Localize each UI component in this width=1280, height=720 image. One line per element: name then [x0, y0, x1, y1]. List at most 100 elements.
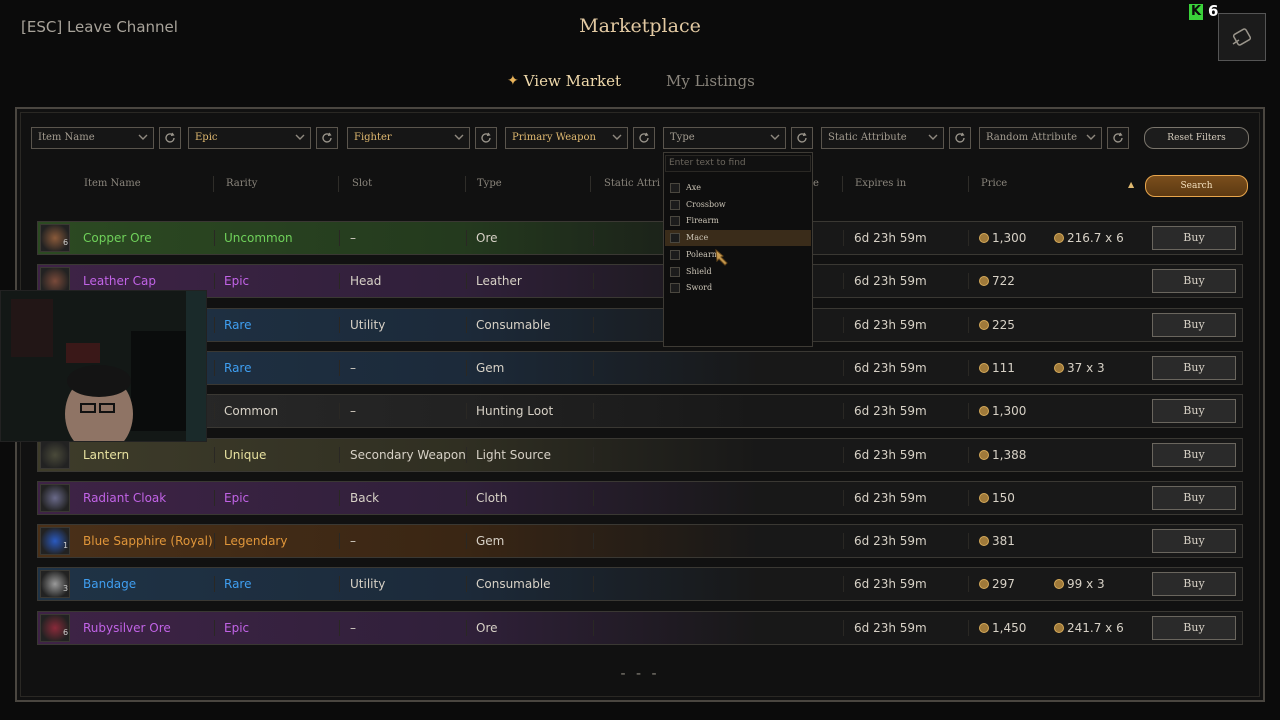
filter-select[interactable]: Static Attribute	[821, 127, 944, 149]
refresh-filter-button[interactable]	[316, 127, 338, 149]
checkbox[interactable]	[670, 216, 680, 227]
row-divider	[593, 619, 594, 636]
buy-button[interactable]: Buy	[1152, 399, 1236, 424]
buy-button[interactable]: Buy	[1152, 312, 1236, 337]
refresh-icon	[797, 132, 807, 143]
item-price: 150	[979, 482, 1015, 514]
filter-select[interactable]: Type	[663, 127, 786, 149]
column-divider	[590, 176, 591, 192]
filter-select[interactable]: Epic	[188, 127, 311, 149]
gold-coin-icon	[979, 319, 989, 330]
item-unit-price-value: 37 x 3	[1067, 360, 1105, 375]
type-search-input[interactable]: Enter text to find	[665, 155, 811, 172]
column-header[interactable]: Rarity	[226, 178, 257, 189]
type-option-shield[interactable]: Shield	[665, 264, 811, 280]
item-expires: 6d 23h 59m	[854, 317, 927, 332]
column-header[interactable]: Item Name	[84, 178, 141, 189]
tab-view-market[interactable]: ✦ View Market	[507, 72, 621, 90]
type-option-firearm[interactable]: Firearm	[665, 213, 811, 229]
filter-select[interactable]: Primary Weapon	[505, 127, 628, 149]
gold-coin-icon	[979, 449, 989, 460]
type-option-sword[interactable]: Sword	[665, 280, 811, 296]
table-row[interactable]: 1 Blue Sapphire (Royal) Legendary – Gem 6d 23…	[37, 524, 1243, 559]
row-divider	[339, 576, 340, 593]
item-unit-price-value: 99 x 3	[1067, 577, 1105, 592]
filter-select[interactable]: Fighter	[347, 127, 470, 149]
item-price-value: 1,300	[992, 231, 1027, 245]
refresh-filter-button[interactable]	[159, 127, 181, 149]
buy-button[interactable]: Buy	[1152, 442, 1236, 467]
buy-button[interactable]: Buy	[1152, 529, 1236, 554]
item-rarity: Rare	[224, 317, 252, 332]
column-header[interactable]: e	[813, 178, 819, 189]
checkbox[interactable]	[670, 283, 680, 294]
table-row[interactable]: 6 Rubysilver Ore Epic – Ore 6d 23h 59m 1,450 24…	[37, 610, 1243, 645]
item-price-value: 225	[992, 317, 1015, 332]
item-quantity: 1	[63, 541, 69, 551]
row-divider	[466, 533, 467, 550]
refresh-filter-button[interactable]	[791, 127, 813, 149]
row-divider	[968, 489, 969, 506]
table-row[interactable]: 6 Copper Ore Uncommon – Ore 6d 23h 59m 1,300 21…	[37, 221, 1243, 255]
tab-my-listings[interactable]: My Listings	[666, 72, 755, 90]
item-expires: 6d 23h 59m	[854, 620, 927, 635]
row-divider	[843, 403, 844, 420]
checkbox[interactable]	[670, 199, 680, 210]
type-option-axe[interactable]: Axe	[665, 180, 811, 196]
refresh-filter-button[interactable]	[949, 127, 971, 149]
item-thumbnail	[40, 440, 70, 469]
buy-button[interactable]: Buy	[1152, 269, 1236, 294]
checkbox[interactable]	[670, 183, 680, 193]
buy-button[interactable]: Buy	[1152, 572, 1236, 597]
chevron-down-icon	[295, 134, 305, 140]
table-row[interactable]: Lantern Unique Secondary Weapon Light Sourc…	[37, 437, 1243, 472]
item-expires: 6d 23h 59m	[854, 231, 927, 245]
row-divider	[843, 273, 844, 290]
table-row[interactable]: 3 Bandage Rare Utility Consumable 6d 23h 59m 2…	[37, 567, 1243, 602]
reset-filters-button[interactable]: Reset Filters	[1144, 127, 1249, 149]
type-option-label: Axe	[686, 183, 702, 192]
type-option-crossbow[interactable]: Crossbow	[665, 197, 811, 213]
column-header[interactable]: Expires in	[855, 178, 906, 189]
chevron-down-icon	[1086, 134, 1096, 140]
item-thumbnail: 3	[40, 570, 70, 599]
refresh-filter-button[interactable]	[1107, 127, 1129, 149]
checkbox[interactable]	[670, 233, 680, 244]
item-thumbnail: 6	[40, 613, 70, 642]
refresh-filter-button[interactable]	[633, 127, 655, 149]
search-button[interactable]: Search	[1145, 175, 1248, 197]
table-row[interactable]: Common – Hunting Loot 6d 23h 59m 1,300 Buy	[37, 394, 1243, 429]
row-divider	[466, 273, 467, 290]
type-option-mace[interactable]: Mace	[665, 230, 811, 247]
filter-select[interactable]: Random Attribute	[979, 127, 1102, 149]
row-divider	[214, 619, 215, 636]
table-row[interactable]: Rare – Gem 6d 23h 59m 111 37 x 3 Buy	[37, 350, 1243, 385]
gold-coin-icon	[979, 362, 989, 373]
gold-coin-icon	[979, 233, 989, 243]
sort-arrow-up-icon[interactable]: ▲	[1128, 180, 1134, 189]
item-type: Hunting Loot	[476, 404, 554, 419]
item-rarity: Epic	[224, 490, 250, 505]
refresh-filter-button[interactable]	[475, 127, 497, 149]
buy-button[interactable]: Buy	[1152, 355, 1236, 380]
checkbox[interactable]	[670, 249, 680, 260]
column-header[interactable]: Type	[477, 178, 502, 189]
column-header[interactable]: Slot	[352, 178, 372, 189]
checkbox[interactable]	[670, 266, 680, 277]
column-header[interactable]: Price	[981, 178, 1007, 189]
buy-button[interactable]: Buy	[1152, 485, 1236, 510]
item-price: 722	[979, 265, 1015, 297]
pager[interactable]: - - -	[0, 666, 1280, 682]
buy-button[interactable]: Buy	[1152, 615, 1236, 640]
item-quantity: 3	[63, 584, 69, 594]
column-header[interactable]: Static Attri	[604, 178, 660, 189]
item-slot: –	[350, 231, 356, 245]
filter-select[interactable]: Item Name	[31, 127, 154, 149]
chevron-down-icon	[770, 134, 780, 140]
buy-button[interactable]: Buy	[1152, 226, 1236, 250]
type-option-polearm[interactable]: Polearm	[665, 247, 811, 263]
lantern-button[interactable]	[1218, 13, 1266, 61]
table-row[interactable]: Radiant Cloak Epic Back Cloth 6d 23h 59m 150 B…	[37, 480, 1243, 515]
table-row[interactable]: Leather Cap Epic Head Leather 6d 23h 59m 722 B…	[37, 264, 1243, 299]
table-row[interactable]: Rare Utility Consumable 6d 23h 59m 225 Buy	[37, 307, 1243, 342]
